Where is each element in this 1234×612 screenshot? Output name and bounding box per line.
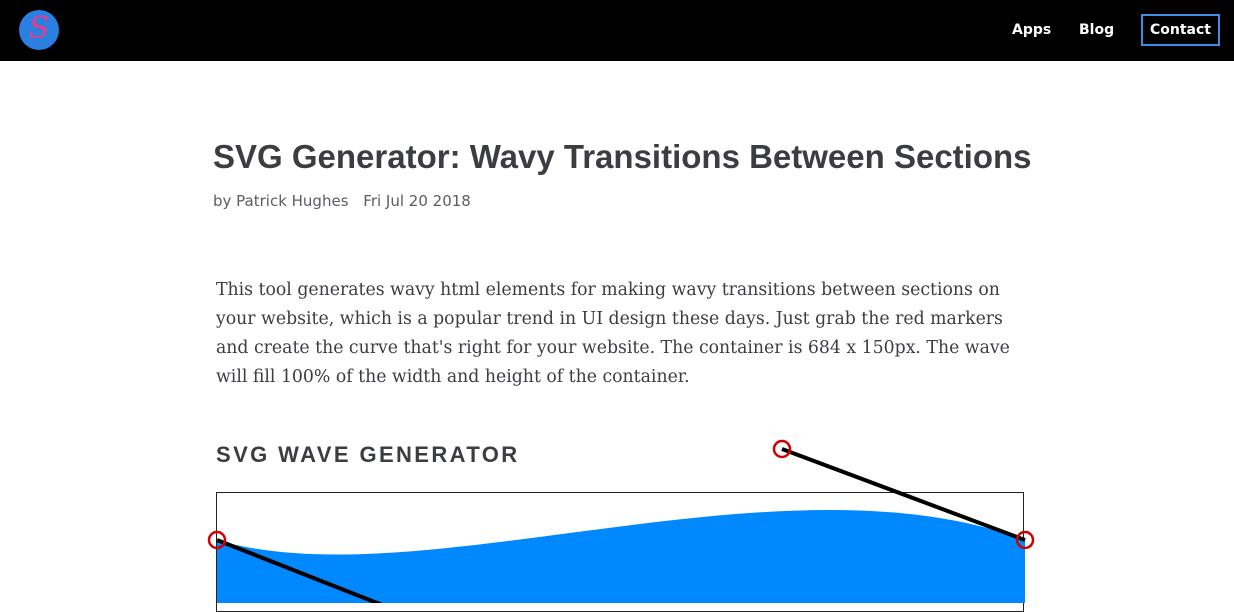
top-navigation-bar: S Apps Blog Contact [0, 0, 1234, 61]
logo-glyph: S [28, 11, 50, 46]
byline: by Patrick Hughes Fri Jul 20 2018 [213, 192, 471, 210]
control-marker-right[interactable] [772, 439, 792, 459]
page-title: SVG Generator: Wavy Transitions Between … [213, 138, 1032, 175]
author-name: by Patrick Hughes [213, 192, 349, 210]
nav-link-apps[interactable]: Apps [1012, 21, 1051, 39]
anchor-marker-right[interactable] [1015, 530, 1035, 550]
anchor-marker-left[interactable] [207, 530, 227, 550]
publish-date: Fri Jul 20 2018 [363, 192, 471, 210]
generator-heading: SVG WAVE GENERATOR [216, 442, 520, 467]
nav-link-blog[interactable]: Blog [1079, 21, 1114, 39]
site-logo[interactable]: S [19, 10, 59, 50]
contact-button[interactable]: Contact [1141, 14, 1220, 46]
intro-paragraph: This tool generates wavy html elements f… [216, 280, 1010, 387]
wave-preview-container [216, 492, 1024, 612]
